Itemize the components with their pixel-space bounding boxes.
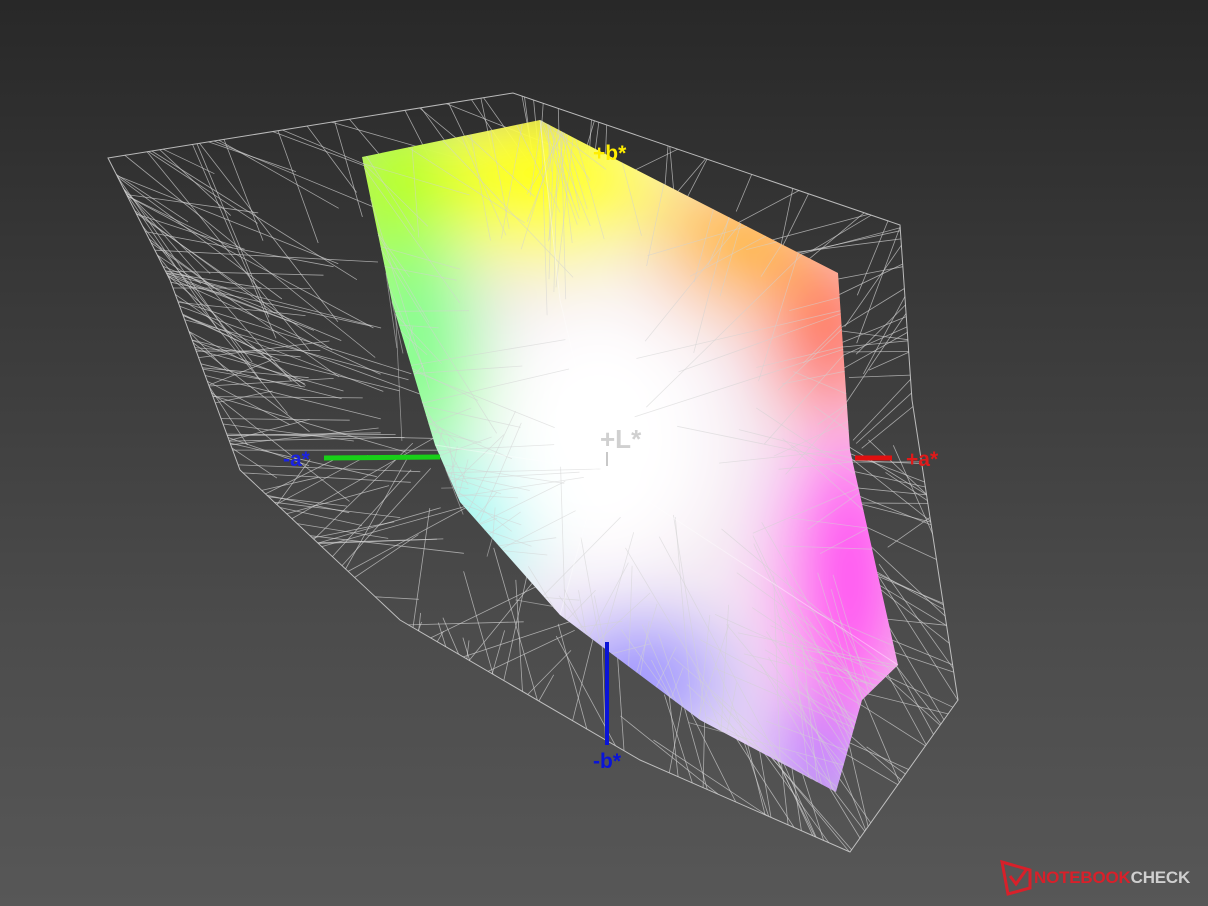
wireframe-edge (442, 617, 459, 655)
wireframe-edge (408, 621, 524, 626)
wireframe-edge (205, 375, 381, 420)
wireframe-edge (286, 485, 390, 515)
wireframe-edge (430, 579, 552, 639)
plus-a-axis-label: +a* (906, 448, 939, 471)
wireframe-edge (261, 476, 319, 491)
wireframe-edge (317, 507, 441, 544)
plus-l-axis-label: +L* (600, 424, 642, 454)
wireframe-edge (345, 456, 409, 570)
wireframe-edge (735, 174, 753, 212)
wireframe-edge (491, 630, 505, 674)
wireframe-edge (159, 149, 231, 216)
wireframe-edge (175, 294, 306, 386)
wireframe-edge (116, 174, 189, 223)
wireframe-edge (196, 143, 270, 318)
plus-b-axis-label: +b* (593, 142, 627, 165)
wireframe-edge (855, 392, 912, 444)
wireframe-edge (868, 351, 909, 371)
wireframe-edge (212, 396, 363, 399)
wireframe-edge (272, 131, 374, 170)
minus-a-axis-line (323, 454, 441, 461)
wireframe-edge (279, 507, 363, 526)
wireframe-edge (277, 130, 319, 244)
wireframe-edge (168, 276, 381, 375)
wireframe-edge (318, 538, 437, 544)
wireframe-edge (229, 437, 405, 442)
wireframe-edge (127, 195, 374, 329)
wireframe-edge (412, 508, 431, 628)
wireframe-edge (879, 576, 944, 604)
wireframe-edge (844, 313, 907, 406)
wireframe-edge (852, 379, 911, 441)
wireframe-edge (221, 418, 350, 421)
logo-word-check: CHECK (1130, 868, 1191, 887)
wireframe-edge (855, 304, 906, 355)
gamut-color-green (362, 230, 475, 470)
wireframe-edge (375, 596, 419, 600)
wireframe-edge (124, 154, 376, 358)
logo-wordmark: NOTEBOOKCHECK (1034, 868, 1190, 888)
wireframe-edge (538, 674, 555, 702)
logo-word-notebook: NOTEBOOK (1034, 868, 1131, 887)
notebookcheck-logo: NOTEBOOKCHECK (1000, 858, 1206, 898)
minus-b-axis-label: -b* (593, 750, 622, 773)
wireframe-edge (124, 190, 218, 329)
wireframe-edge (182, 315, 384, 392)
wireframe-edge (268, 496, 348, 507)
wireframe-edge (177, 300, 412, 375)
wireframe-edge (557, 623, 588, 730)
wireframe-edge (811, 214, 872, 252)
gamut-chart: +b* -b* +a* -a* +L* NOTEBOOKCHECK (0, 0, 1208, 906)
wireframe-edge (194, 347, 301, 358)
mesh-edge (486, 538, 493, 557)
minus-a-axis-label: -a* (283, 448, 311, 471)
wireframe-edge (154, 249, 379, 263)
gamut-plot: +b* -b* +a* -a* +L* (107, 92, 959, 853)
wireframe-edge (617, 655, 625, 751)
wireframe-edge (209, 386, 248, 446)
wireframe-edge (890, 658, 942, 725)
wireframe-edge (145, 231, 334, 268)
wireframe-edge (861, 406, 914, 449)
wireframe-edge (157, 255, 288, 414)
wireframe-edge (848, 374, 911, 378)
wireframe-edge (242, 472, 411, 483)
wireframe-edge (468, 579, 535, 661)
wireframe-edge (860, 691, 900, 783)
wireframe-edge (124, 189, 211, 274)
wireframe-edge (208, 359, 272, 386)
wireframe-edge (208, 378, 334, 387)
wireframe-edge (211, 392, 350, 502)
